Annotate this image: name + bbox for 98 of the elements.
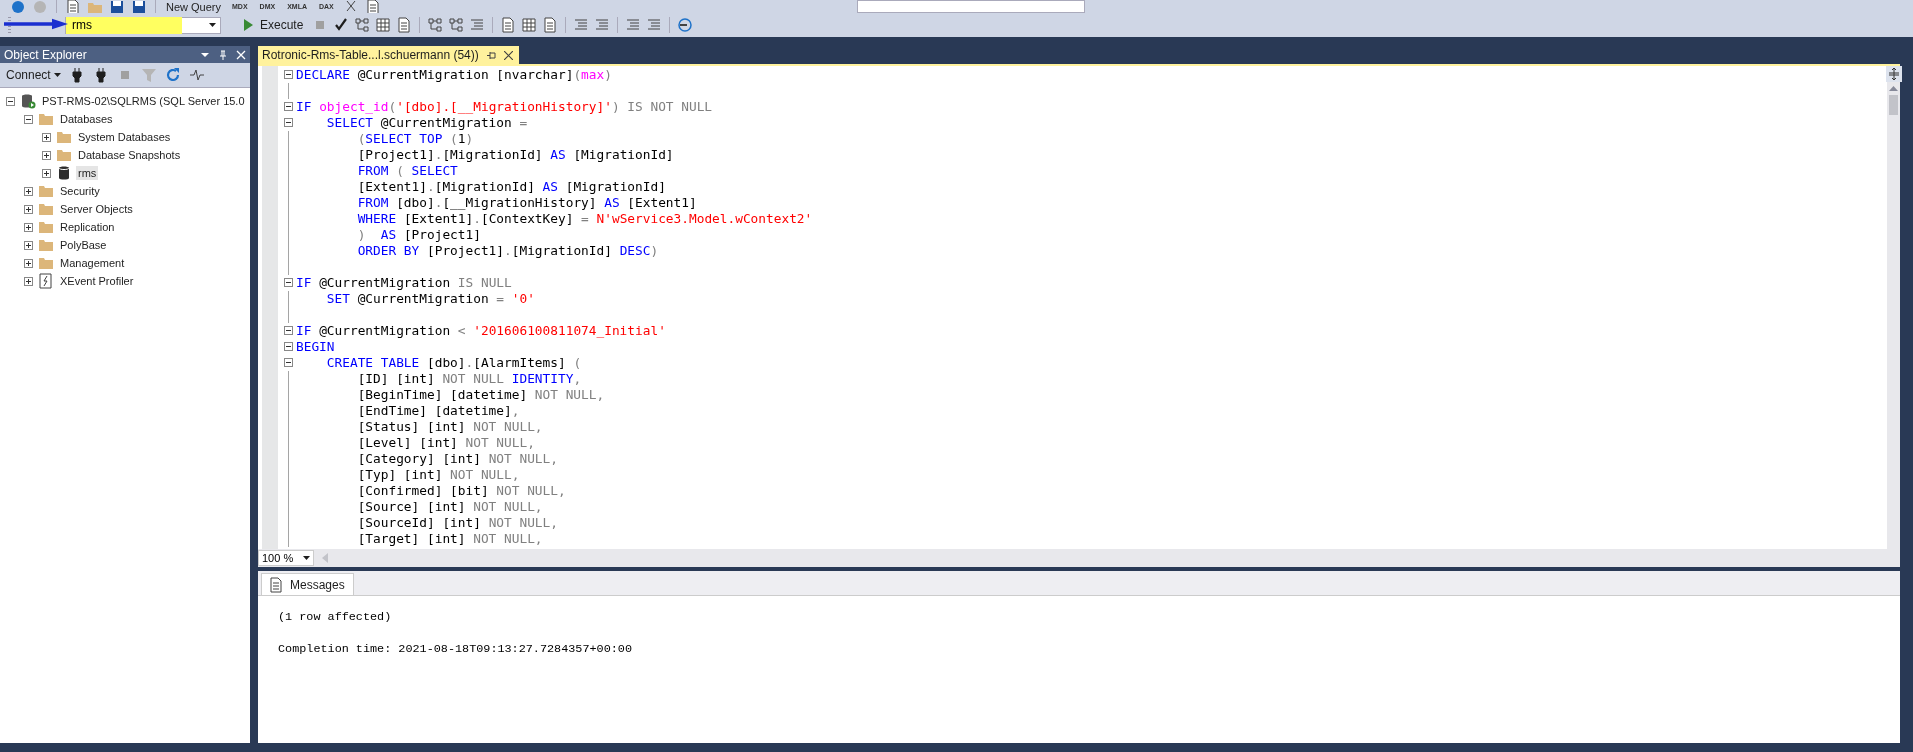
folder-icon — [56, 147, 72, 163]
tree-item[interactable]: System Databases — [76, 130, 173, 144]
checkmark-icon[interactable] — [333, 17, 350, 33]
document-icon[interactable] — [542, 17, 559, 33]
caret-icon — [53, 73, 61, 77]
expand-icon[interactable] — [42, 168, 51, 178]
code-line: WHERE [Extent1].[ContextKey] = N'wService3.Model.wContext2' — [356, 211, 813, 227]
code-line: [SourceId] [int] NOT NULL, — [356, 515, 558, 531]
arrow-annotation — [4, 17, 68, 31]
messages-tab[interactable]: Messages — [261, 573, 354, 595]
expand-icon[interactable] — [24, 186, 33, 196]
document-icon[interactable] — [500, 17, 517, 33]
profiler-icon — [38, 273, 54, 289]
code-line: IF @CurrentMigration IS NULL — [296, 275, 512, 291]
activity-icon[interactable] — [188, 67, 205, 83]
code-line: ORDER BY [Project1].[MigrationId] DESC) — [356, 243, 659, 259]
new-query-button[interactable]: New Query — [164, 0, 224, 13]
save-icon[interactable] — [109, 0, 125, 13]
code-line: DECLARE @CurrentMigration [nvarchar](max) — [296, 67, 612, 83]
panel-title: Object Explorer — [4, 47, 87, 62]
tree-item[interactable]: Server Objects — [58, 202, 135, 216]
folder-icon — [38, 219, 54, 235]
code-line: [Source] [int] NOT NULL, — [356, 499, 543, 515]
zoom-dropdown[interactable]: 100 % — [258, 550, 314, 566]
collapse-icon[interactable] — [6, 96, 15, 106]
close-icon[interactable] — [503, 50, 513, 60]
server-icon — [20, 93, 36, 109]
tree-item[interactable]: PolyBase — [58, 238, 109, 252]
caret-icon — [209, 23, 216, 27]
tree-item[interactable]: Database Snapshots — [76, 148, 183, 162]
tree-item[interactable]: rms — [76, 166, 99, 180]
copy-icon[interactable] — [364, 0, 381, 13]
tree-item[interactable]: Security — [58, 184, 102, 198]
connect-button[interactable]: Connect — [6, 68, 61, 82]
execute-button[interactable]: Execute — [236, 17, 308, 33]
code-line: IF @CurrentMigration < '201606100811074_Initial' — [296, 323, 666, 339]
tree-icon[interactable] — [354, 17, 371, 33]
database-icon — [56, 165, 72, 181]
tree-item[interactable]: PST-RMS-02\SQLRMS (SQL Server 15.0 — [40, 94, 247, 108]
tree-icon[interactable] — [427, 17, 444, 33]
editor-tab[interactable]: Rotronic-Rms-Table...l.schuermann (54)) — [258, 46, 519, 64]
code-line: [Project1].[MigrationId] AS [MigrationId] — [356, 147, 674, 163]
code-line: [ID] [int] NOT NULL IDENTITY, — [356, 371, 582, 387]
code-line: [Typ] [int] NOT NULL, — [356, 467, 520, 483]
code-line: CREATE TABLE [dbo].[AlarmItems] ( — [325, 355, 582, 371]
messages-icon — [268, 576, 284, 593]
collapse-icon[interactable] — [24, 114, 33, 124]
code-line: ) AS [Project1] — [356, 227, 481, 243]
code-line: [Level] [int] NOT NULL, — [356, 435, 535, 451]
horizontal-scrollbar[interactable]: 100 % — [258, 549, 1900, 567]
code-line: IF object_id('[dbo].[__MigrationHistory]') IS NOT NULL — [296, 99, 713, 115]
tree-item[interactable]: Databases — [58, 112, 115, 126]
scroll-up-icon[interactable] — [1889, 86, 1898, 91]
caret-icon — [303, 556, 310, 560]
folder-icon — [38, 183, 54, 199]
code-line: [BeginTime] [datetime] NOT NULL, — [356, 387, 605, 403]
code-line: FROM ( SELECT — [356, 163, 458, 179]
scroll-thumb[interactable] — [1889, 95, 1898, 115]
expand-icon[interactable] — [42, 132, 51, 142]
tree-icon[interactable] — [448, 17, 465, 33]
folder-icon — [38, 237, 54, 253]
folder-icon — [38, 111, 54, 127]
code-line: BEGIN — [296, 339, 335, 355]
folder-icon — [38, 255, 54, 271]
message-text: Completion time: 2021-08-18T09:13:27.7284357+00:00 — [278, 641, 633, 657]
tree-item[interactable]: XEvent Profiler — [58, 274, 136, 288]
code-line: SET @CurrentMigration = '0' — [325, 291, 535, 307]
search-field[interactable] — [856, 0, 1085, 13]
code-line: [Status] [int] NOT NULL, — [356, 419, 543, 435]
expand-icon[interactable] — [24, 240, 33, 250]
database-dropdown[interactable]: rms — [65, 16, 221, 34]
save-all-icon[interactable] — [131, 0, 147, 13]
grid-icon[interactable] — [521, 17, 538, 33]
message-text: (1 row affected) — [278, 609, 393, 625]
back-icon[interactable] — [10, 0, 26, 13]
refresh-icon[interactable] — [164, 67, 181, 83]
folder-icon — [38, 201, 54, 217]
toolbar-grip[interactable] — [8, 17, 11, 33]
code-line: (SELECT TOP (1) — [356, 131, 474, 147]
expand-icon[interactable] — [42, 150, 51, 160]
expand-icon[interactable] — [24, 276, 33, 286]
code-line: [Category] [int] NOT NULL, — [356, 451, 558, 467]
folder-icon — [56, 129, 72, 145]
expand-icon[interactable] — [24, 204, 33, 214]
code-line: [Extent1].[MigrationId] AS [MigrationId] — [356, 179, 666, 195]
expand-icon[interactable] — [24, 222, 33, 232]
split-icon[interactable] — [1885, 66, 1902, 82]
tree-item[interactable]: Management — [58, 256, 127, 270]
pin-icon[interactable] — [486, 50, 496, 60]
expand-icon[interactable] — [24, 258, 33, 268]
code-line: FROM [dbo].[__MigrationHistory] AS [Extent1] — [356, 195, 697, 211]
code-line: [EndTime] [datetime], — [356, 403, 520, 419]
code-line: [Confirmed] [bit] NOT NULL, — [356, 483, 566, 499]
tree-item[interactable]: Replication — [58, 220, 117, 234]
vertical-scrollbar[interactable] — [1887, 66, 1900, 549]
code-line: [Target] [int] NOT NULL, — [356, 531, 543, 547]
code-line: SELECT @CurrentMigration = — [325, 115, 528, 131]
new-item-icon[interactable] — [65, 0, 81, 13]
